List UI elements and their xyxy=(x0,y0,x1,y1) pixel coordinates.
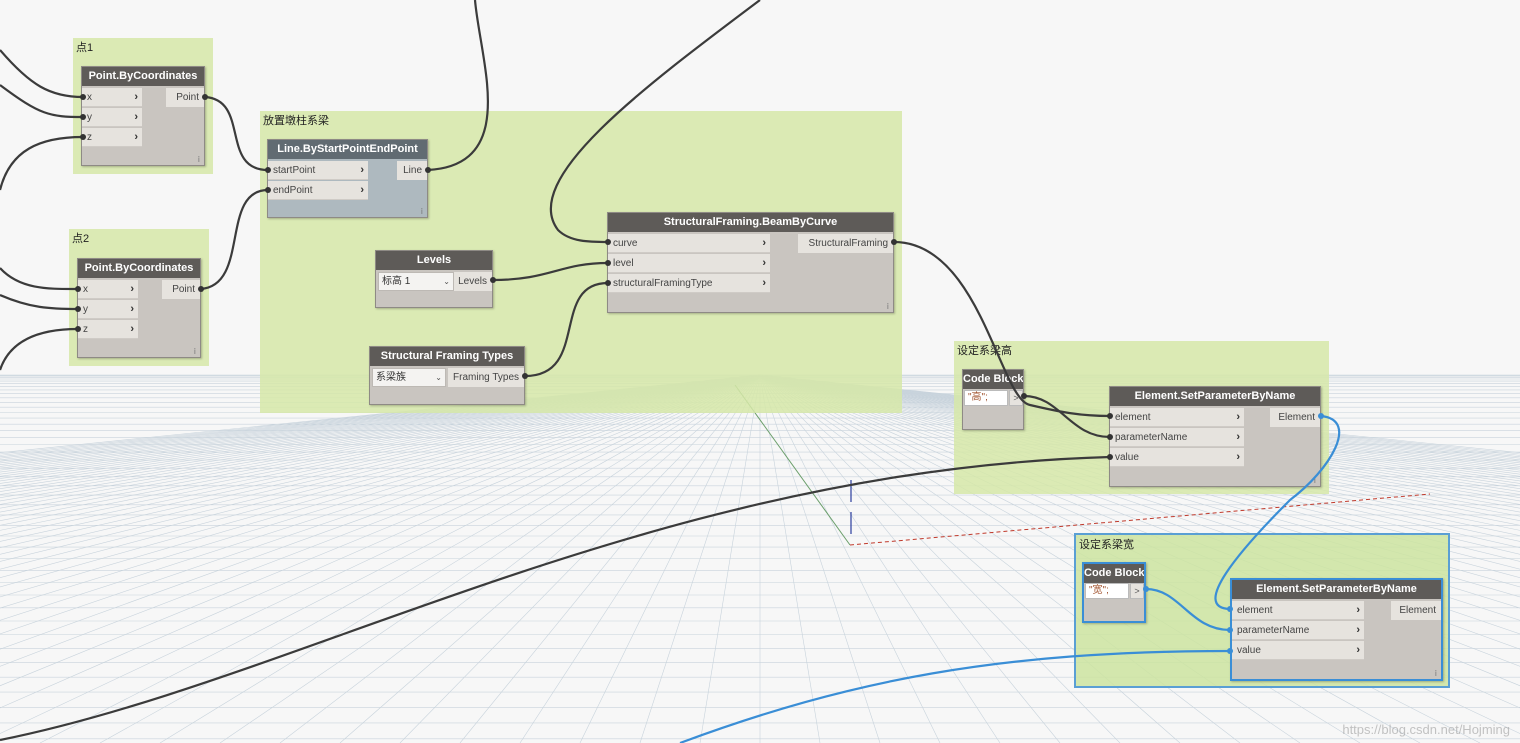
wire xyxy=(492,261,609,282)
wire xyxy=(0,267,79,291)
wire xyxy=(200,188,269,291)
wire xyxy=(893,240,1111,418)
selected-wire xyxy=(1145,587,1231,632)
wire xyxy=(204,95,269,172)
selected-wire xyxy=(679,649,1231,743)
wire xyxy=(0,455,1111,742)
watermark: https://blog.csdn.net/Hojming xyxy=(1342,722,1510,737)
wire xyxy=(0,49,84,99)
wire xyxy=(0,327,79,371)
wire xyxy=(549,0,761,244)
wires-layer xyxy=(0,0,1341,743)
selected-wire xyxy=(1214,414,1341,611)
wire xyxy=(524,281,609,378)
wire xyxy=(427,0,490,172)
wire xyxy=(0,293,79,311)
wire xyxy=(0,84,84,119)
wire xyxy=(0,135,84,191)
